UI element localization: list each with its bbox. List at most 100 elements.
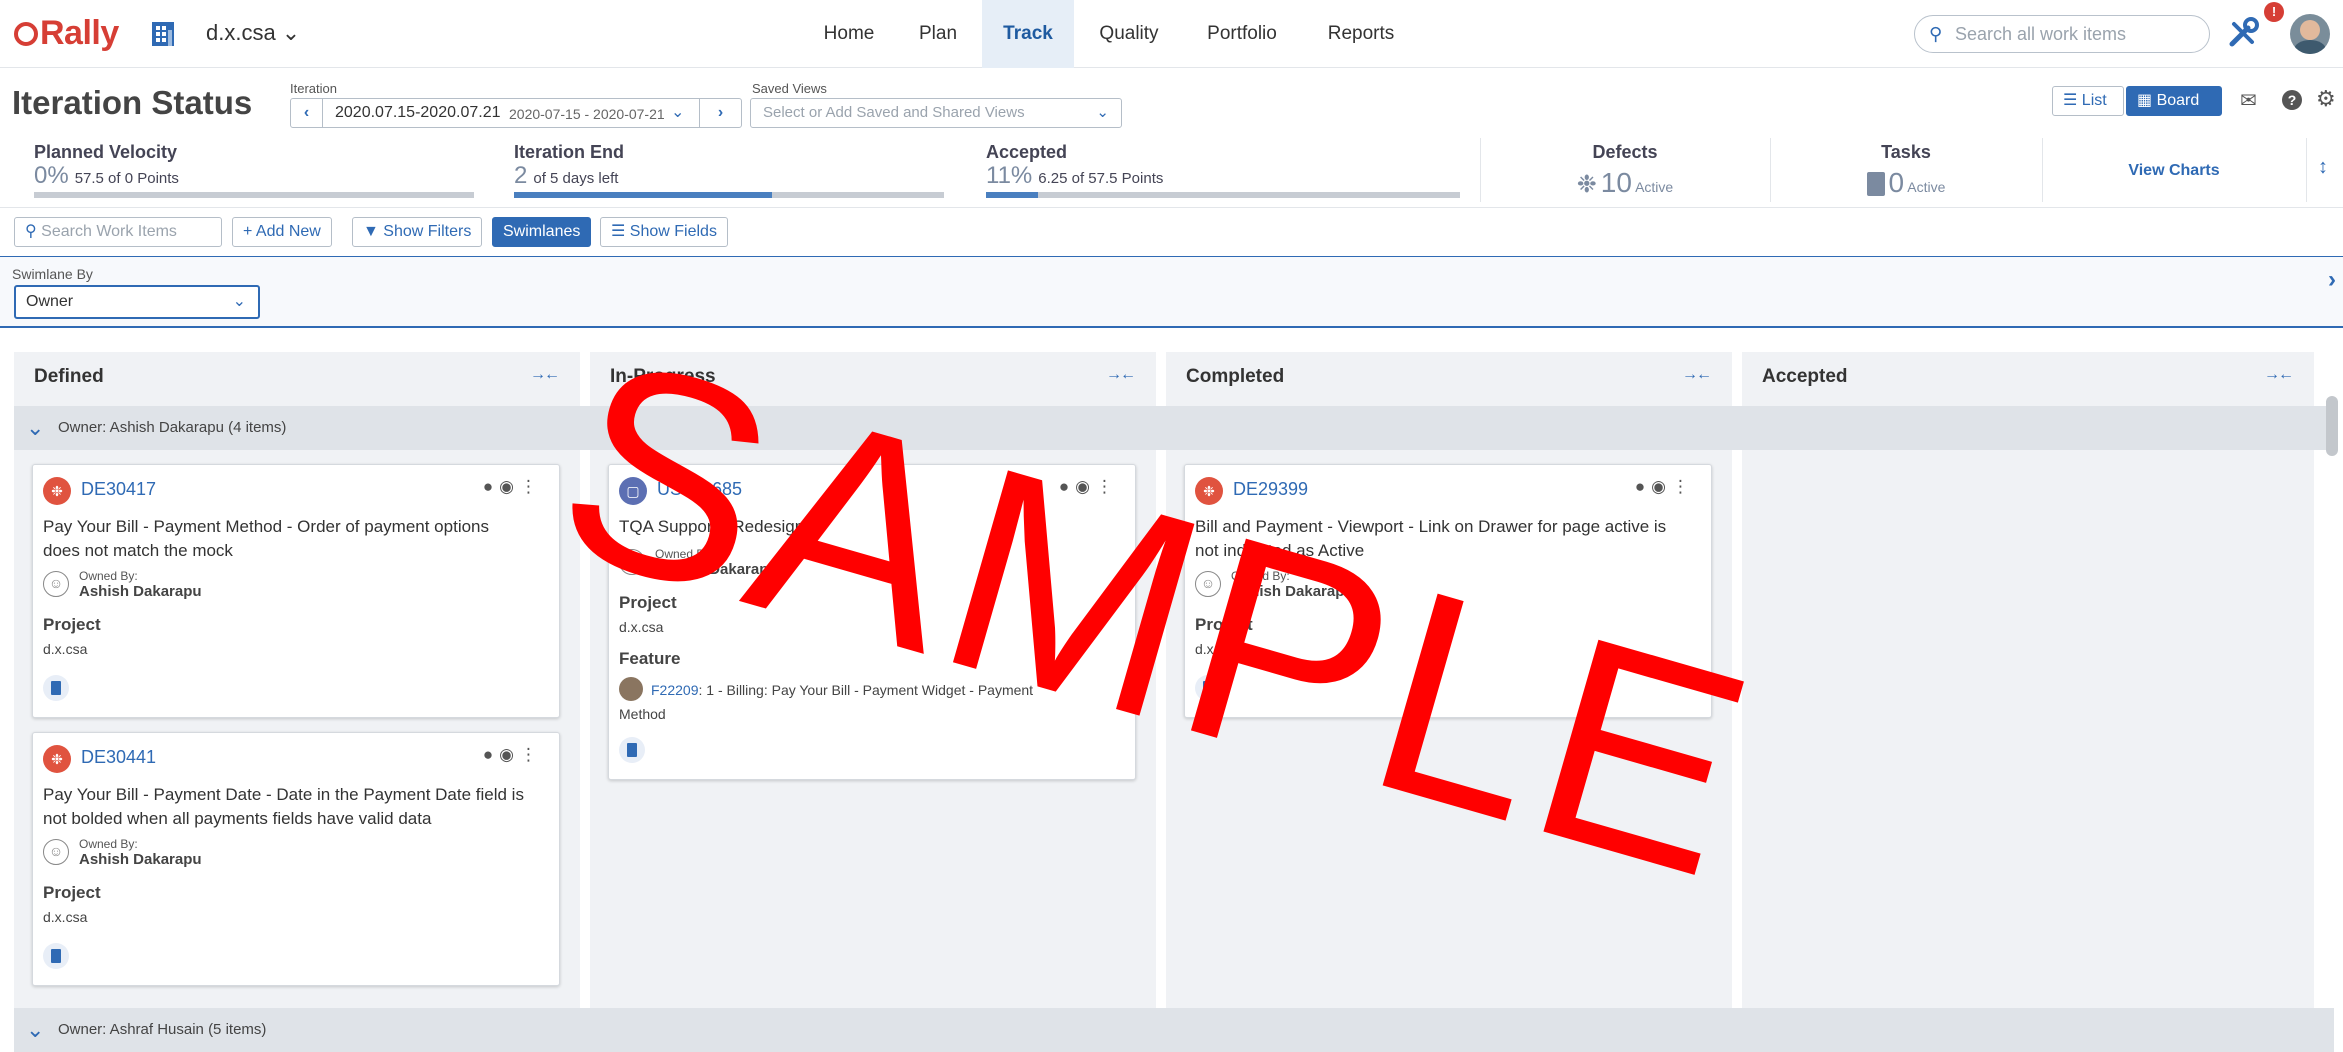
- iteration-label: Iteration: [290, 81, 337, 96]
- iteration-name: 2020.07.15-2020.07.21: [335, 104, 501, 121]
- accepted-value: 11% 6.25 of 57.5 Points: [986, 162, 1164, 189]
- card-tools[interactable]: ●◉⋮: [1635, 477, 1695, 497]
- tasks-icon[interactable]: [43, 943, 69, 969]
- card-name[interactable]: Pay Your Bill - Payment Method - Order o…: [43, 515, 489, 563]
- rally-logo[interactable]: Rally: [14, 14, 119, 53]
- search-icon: ⚲: [1929, 24, 1943, 44]
- saved-views-select[interactable]: Select or Add Saved and Shared Views ⌄: [750, 98, 1122, 128]
- defects-metric[interactable]: Defects ❉ 10 Active: [1480, 142, 1770, 199]
- bug-icon: ❉: [43, 477, 71, 505]
- card-id-link[interactable]: DE30417: [81, 479, 156, 500]
- swimlane-by-label: Swimlane By: [12, 266, 93, 282]
- help-icon[interactable]: ?: [2282, 90, 2302, 110]
- nav-plan[interactable]: Plan: [902, 0, 974, 68]
- show-fields-button[interactable]: ☰ Show Fields: [600, 217, 728, 247]
- feature-icon: [619, 677, 643, 701]
- iteration-end-progress-fill: [514, 192, 772, 198]
- swimlane-header[interactable]: ⌄ Owner: Ashraf Husain (5 items): [14, 1008, 2334, 1052]
- velocity-value: 0% 57.5 of 0 Points: [34, 162, 179, 189]
- collapse-column-icon[interactable]: →←: [1106, 366, 1136, 384]
- column-header: Accepted →←: [1742, 352, 2314, 402]
- clipboard-icon: [1866, 172, 1885, 196]
- chevron-down-icon[interactable]: ⌄: [671, 99, 684, 127]
- nav-track[interactable]: Track: [982, 0, 1074, 68]
- more-icon[interactable]: ⋮: [1672, 477, 1695, 496]
- workspace-selector[interactable]: d.x.csa ⌄: [206, 20, 300, 46]
- column-header: Defined →←: [14, 352, 580, 402]
- close-panel-icon[interactable]: ›: [2328, 266, 2336, 294]
- ready-icon[interactable]: ●: [1635, 477, 1651, 496]
- announce-icon[interactable]: ✉: [2240, 88, 2257, 113]
- list-icon: ☰: [611, 223, 626, 240]
- nav-portfolio[interactable]: Portfolio: [1192, 0, 1292, 68]
- ready-icon[interactable]: ●: [483, 745, 499, 764]
- card-tools[interactable]: ●◉⋮: [483, 745, 543, 765]
- swimlane-by-select[interactable]: Owner ⌄: [14, 285, 260, 319]
- list-view-button[interactable]: ☰ List: [2052, 86, 2124, 116]
- column-header: Completed →←: [1166, 352, 1732, 402]
- card-name[interactable]: Pay Your Bill - Payment Date - Date in t…: [43, 783, 524, 831]
- ready-icon[interactable]: ●: [483, 477, 499, 496]
- nav-quality[interactable]: Quality: [1088, 0, 1170, 68]
- column-accepted: Accepted →←: [1742, 352, 2314, 1052]
- iteration-selector[interactable]: ‹ 2020.07.15-2020.07.21 2020-07-15 - 202…: [290, 98, 742, 128]
- iteration-end-value: 2 of 5 days left: [514, 162, 619, 189]
- card-tools[interactable]: ●◉⋮: [483, 477, 543, 497]
- accepted-title: Accepted: [986, 142, 1068, 162]
- metrics-divider: [2306, 138, 2307, 202]
- workspace-building-icon: [152, 22, 174, 46]
- blocked-icon[interactable]: ◉: [1651, 477, 1672, 496]
- collapse-column-icon[interactable]: →←: [2264, 366, 2294, 384]
- more-icon[interactable]: ⋮: [520, 745, 543, 764]
- tools-icon[interactable]: [2226, 16, 2260, 50]
- show-filters-button[interactable]: ▼ Show Filters: [352, 217, 483, 247]
- swimlane-header[interactable]: ⌄ Owner: Ashish Dakarapu (4 items): [14, 406, 2334, 450]
- nav-home[interactable]: Home: [808, 0, 890, 68]
- previous-iteration-button[interactable]: ‹: [291, 99, 323, 127]
- card-defect[interactable]: ❉ DE30417 ●◉⋮ Pay Your Bill - Payment Me…: [32, 464, 560, 718]
- tasks-icon[interactable]: [43, 675, 69, 701]
- card-defect[interactable]: ❉ DE30441 ●◉⋮ Pay Your Bill - Payment Da…: [32, 732, 560, 986]
- filter-icon: ▼: [363, 223, 379, 240]
- project-value: d.x.csa: [43, 909, 88, 925]
- nav-reports[interactable]: Reports: [1316, 0, 1406, 68]
- gear-icon[interactable]: ⚙: [2316, 86, 2336, 112]
- rally-logo-icon: [14, 22, 38, 46]
- global-search-input[interactable]: ⚲ Search all work items: [1914, 15, 2210, 53]
- notification-badge[interactable]: !: [2264, 2, 2284, 22]
- chevron-down-icon: ⌄: [26, 1017, 45, 1042]
- card-owner: ☺ Owned By: Ashish Dakarapu: [43, 569, 202, 600]
- accepted-progress-bar: [986, 192, 1460, 198]
- collapse-column-icon[interactable]: →←: [530, 366, 560, 384]
- swimlanes-button[interactable]: Swimlanes: [492, 217, 592, 247]
- board-view-button[interactable]: ▦ Board: [2126, 86, 2222, 116]
- search-icon: ⚲: [25, 223, 37, 240]
- tasks-icon[interactable]: [619, 737, 645, 763]
- collapse-metrics-icon[interactable]: ↕: [2318, 156, 2328, 179]
- card-id-link[interactable]: DE30441: [81, 747, 156, 768]
- project-label: Project: [43, 615, 101, 634]
- iteration-dates: 2020-07-15 - 2020-07-21: [509, 106, 665, 122]
- blocked-icon[interactable]: ◉: [499, 745, 520, 764]
- chevron-down-icon: ⌄: [26, 415, 45, 440]
- chevron-down-icon: ⌄: [1096, 104, 1109, 121]
- accepted-progress-fill: [986, 192, 1039, 198]
- board-search-input[interactable]: ⚲ Search Work Items: [14, 217, 222, 247]
- user-avatar[interactable]: [2290, 14, 2330, 54]
- tasks-metric[interactable]: Tasks 0 Active: [1770, 142, 2042, 199]
- add-new-button[interactable]: + Add New: [232, 217, 332, 247]
- card-owner: ☺ Owned By: Ashish Dakarapu: [43, 837, 202, 868]
- feature-id-link[interactable]: F22209: [651, 682, 698, 698]
- smiley-icon: ☺: [43, 571, 69, 597]
- iteration-metrics: Planned Velocity 0% 57.5 of 0 Points Iter…: [0, 138, 2343, 208]
- board-scrollbar[interactable]: [2326, 396, 2338, 456]
- next-iteration-button[interactable]: ›: [699, 99, 741, 127]
- view-charts-link[interactable]: View Charts: [2042, 162, 2306, 180]
- feature-label: Feature: [619, 649, 681, 668]
- more-icon[interactable]: ⋮: [520, 477, 543, 496]
- iteration-end-progress-bar: [514, 192, 944, 198]
- blocked-icon[interactable]: ◉: [499, 477, 520, 496]
- page-title: Iteration Status: [12, 84, 253, 121]
- collapse-column-icon[interactable]: →←: [1682, 366, 1712, 384]
- bug-icon: ❉: [43, 745, 71, 773]
